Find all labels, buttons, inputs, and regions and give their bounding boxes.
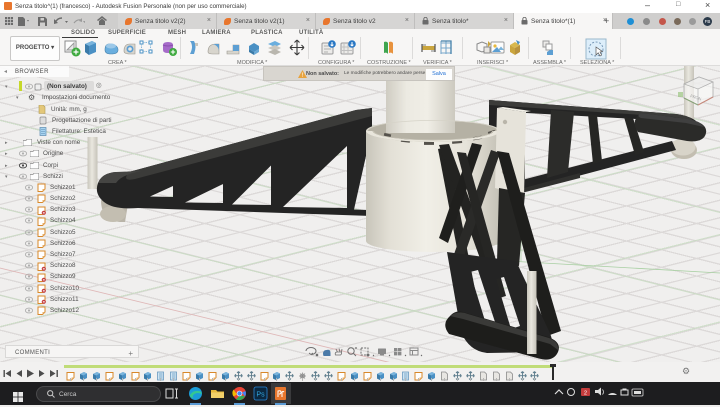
svg-text:Ps: Ps [256,392,265,399]
svg-text:2: 2 [584,391,587,397]
